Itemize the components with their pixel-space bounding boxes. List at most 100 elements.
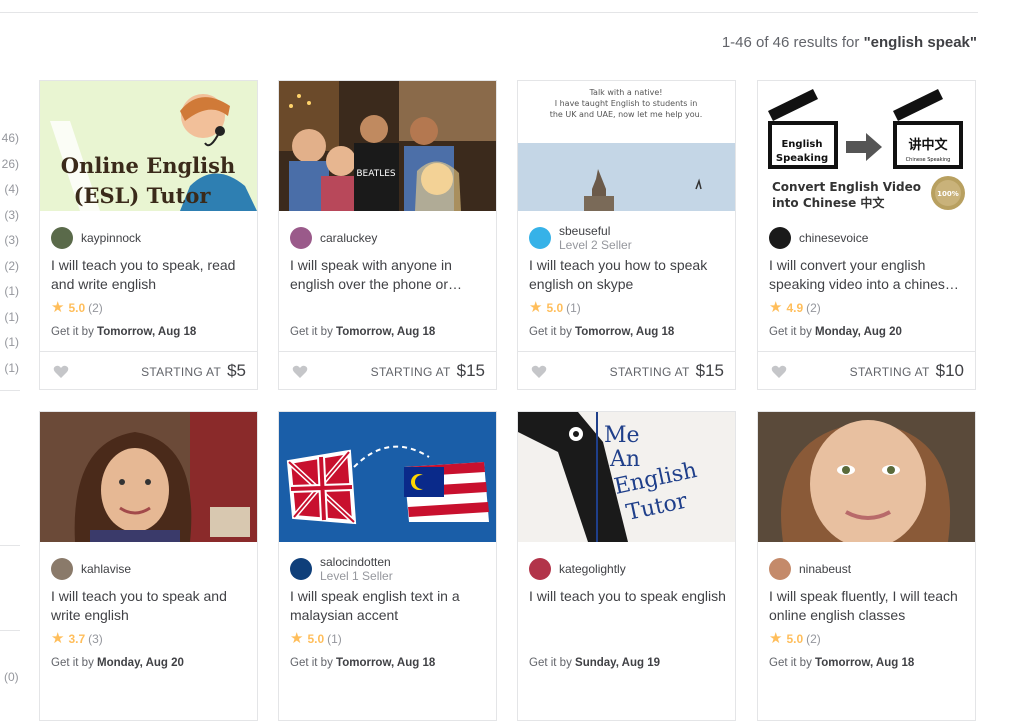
seller-name[interactable]: kahlavise [81,562,131,576]
gig-title[interactable]: I will speak fluently, I will teach onli… [769,587,969,625]
gig-title[interactable]: I will convert your english speaking vid… [769,256,969,294]
starting-at-label: STARTING AT [849,365,930,379]
thumb-text: (ESL) Tutor [74,183,212,208]
gig-title[interactable]: I will speak with anyone in english over… [290,256,490,294]
filter-count[interactable]: (1) [0,307,19,333]
seller-info[interactable]: caraluckey [290,224,377,252]
filter-count[interactable]: (2) [0,256,19,282]
seller-info[interactable]: ninabeust [769,555,851,583]
star-icon: ★ [769,299,783,316]
seller-name[interactable]: chinesevoice [799,231,868,245]
thumb-text: Speaking [776,153,828,164]
avatar[interactable] [290,558,312,580]
delivery-prefix: Get it by [290,326,333,338]
star-icon: ★ [769,630,783,647]
avatar[interactable] [51,558,73,580]
filter-count[interactable]: (4) [0,179,19,205]
seller-name[interactable]: caraluckey [320,231,377,245]
heart-icon[interactable] [771,364,787,380]
delivery-prefix: Get it by [529,657,572,669]
delivery-prefix: Get it by [529,326,572,338]
delivery-info: Get it by Tomorrow, Aug 18 [769,657,914,669]
gig-card[interactable]: Online English (ESL) Tutor kaypinnock I … [39,80,258,390]
gig-title[interactable]: I will teach you to speak english [529,587,729,625]
price[interactable]: STARTING AT $15 [610,361,724,381]
card-footer: STARTING AT $10 [758,351,975,390]
heart-icon[interactable] [292,364,308,380]
thumb-text: Convert English Video [772,180,921,194]
gig-thumbnail[interactable]: Me An English Tutor [518,412,735,542]
rating-score: 3.7 [68,632,86,646]
avatar[interactable] [290,227,312,249]
gig-card[interactable]: Me An English Tutor kategolightly I will… [517,411,736,721]
price[interactable]: STARTING AT $10 [850,361,964,381]
gig-card[interactable]: BEATLES caraluckey I will speak with any… [278,80,497,390]
gig-card[interactable]: salocindotten Level 1 Seller I will spea… [278,411,497,721]
gig-thumbnail[interactable] [758,412,975,542]
filter-count[interactable]: (1) [0,281,19,307]
price[interactable]: STARTING AT $5 [141,361,246,381]
filter-count[interactable]: (1) [0,358,19,384]
avatar[interactable] [769,558,791,580]
sidebar-divider [0,545,20,546]
starting-at-label: STARTING AT [609,365,690,379]
avatar[interactable] [769,227,791,249]
seller-info[interactable]: salocindotten Level 1 Seller [290,555,393,583]
gig-thumbnail[interactable] [279,412,496,542]
gig-thumbnail[interactable]: Online English (ESL) Tutor [40,81,257,211]
avatar[interactable] [529,227,551,249]
filter-count[interactable]: (3) [0,230,19,256]
rating-score: 4.9 [786,301,804,315]
filter-count[interactable]: 46) [0,128,19,154]
heart-icon[interactable] [53,364,69,380]
filter-count[interactable]: 26) [0,154,19,180]
delivery-info: Get it by Tomorrow, Aug 18 [290,326,435,338]
gig-title[interactable]: I will teach you how to speak english on… [529,256,729,294]
seller-level: Level 2 Seller [559,238,632,252]
thumb-text: into Chinese 中文 [772,195,885,210]
starting-at-label: STARTING AT [141,365,222,379]
gig-card[interactable]: Talk with a native! I have taught Englis… [517,80,736,390]
top-divider [0,12,978,13]
filter-counts: 46) 26) (4) (3) (3) (2) (1) (1) (1) (1) [0,128,19,383]
seller-name[interactable]: ninabeust [799,562,851,576]
gig-card[interactable]: English Speaking 讲中文 Chinese Speaking Co… [757,80,976,390]
seller-info[interactable]: sbeuseful Level 2 Seller [529,224,632,252]
price[interactable]: STARTING AT $15 [371,361,485,381]
seller-info[interactable]: kategolightly [529,555,626,583]
heart-icon[interactable] [531,364,547,380]
gig-title[interactable]: I will teach you to speak and write engl… [51,587,251,625]
gig-thumbnail[interactable]: English Speaking 讲中文 Chinese Speaking Co… [758,81,975,211]
seller-info[interactable]: chinesevoice [769,224,868,252]
filter-count[interactable]: (1) [0,332,19,358]
seller-info[interactable]: kahlavise [51,555,131,583]
gig-card[interactable]: ninabeust I will speak fluently, I will … [757,411,976,721]
delivery-info: Get it by Tomorrow, Aug 18 [529,326,674,338]
seller-info[interactable]: kaypinnock [51,224,141,252]
delivery-prefix: Get it by [51,657,94,669]
seller-name[interactable]: sbeuseful [559,224,632,238]
rating-score: 5.0 [68,301,86,315]
avatar[interactable] [51,227,73,249]
gig-title[interactable]: I will teach you to speak, read and writ… [51,256,251,294]
filter-count[interactable]: (3) [0,205,19,231]
delivery-date: Monday, Aug 20 [815,326,902,338]
gig-title[interactable]: I will speak english text in a malaysian… [290,587,490,625]
results-summary: 1-46 of 46 results for "english speak" [722,34,977,51]
rating: ★ 4.9 (2) [769,299,821,316]
thumb-text: 100% [937,190,959,198]
filter-count[interactable]: (0) [4,670,19,684]
seller-name[interactable]: salocindotten [320,555,393,569]
price-value: $5 [227,361,246,380]
avatar[interactable] [529,558,551,580]
sidebar-divider [0,630,20,631]
gig-thumbnail[interactable]: Talk with a native! I have taught Englis… [518,81,735,211]
rating: ★ 5.0 (1) [529,300,581,315]
rating-score: 5.0 [546,301,564,315]
seller-name[interactable]: kaypinnock [81,231,141,245]
gig-thumbnail[interactable] [40,412,257,542]
price-value: $15 [695,361,724,380]
gig-card[interactable]: kahlavise I will teach you to speak and … [39,411,258,721]
gig-thumbnail[interactable]: BEATLES [279,81,496,211]
seller-name[interactable]: kategolightly [559,562,626,576]
